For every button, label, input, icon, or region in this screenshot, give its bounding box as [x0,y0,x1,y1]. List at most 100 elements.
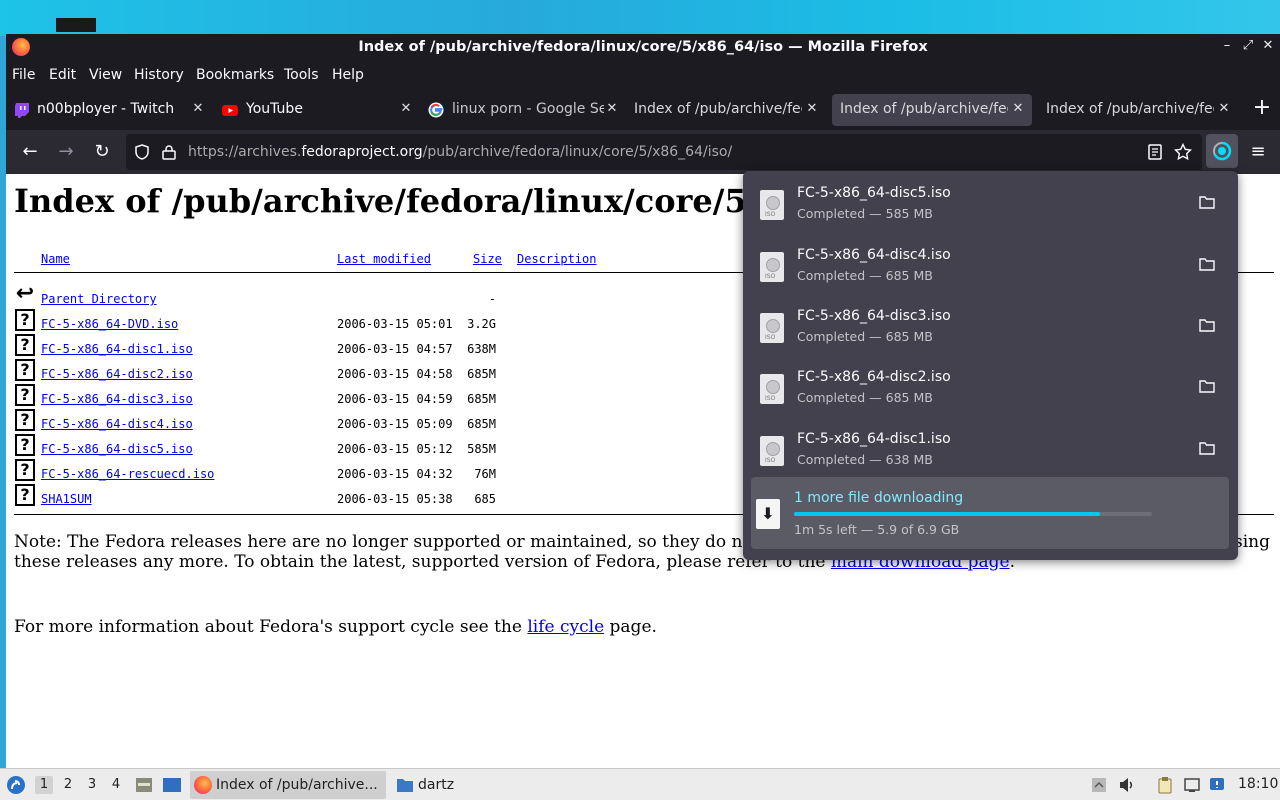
menu-edit[interactable]: Edit [49,67,76,83]
tab-twitch[interactable]: n00bployer - Twitch ✕ [10,94,208,126]
tab-youtube[interactable]: YouTube ✕ [216,94,416,126]
start-menu-icon[interactable] [6,775,26,795]
menu-tools[interactable]: Tools [284,67,319,83]
tab-fedora-index[interactable]: Index of /pub/archive/fed ✕ [1038,94,1238,126]
table-row: ? SHA1SUM 2006-03-15 05:38 685 [6,484,746,516]
menu-help[interactable]: Help [332,67,364,83]
tab-close-icon[interactable]: ✕ [190,100,206,118]
folder-icon[interactable] [1199,257,1215,271]
minimize-button[interactable]: – [1219,38,1235,54]
back-button[interactable]: ← [18,140,42,164]
file-date: 2006-03-15 05:01 [337,317,453,331]
taskbar-folder-window[interactable]: dartz [392,771,462,799]
desktop-panel-fragment [56,18,96,32]
file-date: 2006-03-15 04:32 [337,467,453,481]
tab-close-icon[interactable]: ✕ [1216,100,1232,118]
notification-icon[interactable] [1208,776,1226,794]
folder-icon[interactable] [1199,318,1215,332]
tab-label: Index of /pub/archive/fed [1046,101,1214,117]
file-date: 2006-03-15 04:57 [337,342,453,356]
network-icon[interactable] [1183,776,1201,794]
file-link[interactable]: FC-5-x86_64-disc5.iso [41,442,193,456]
shield-icon[interactable] [134,144,150,160]
parent-directory-link[interactable]: Parent Directory [41,292,157,306]
note-text: Note: The Fedora releases here are no lo… [14,532,793,552]
tab-close-icon[interactable]: ✕ [398,100,414,118]
tab-fedora-index-active[interactable]: Index of /pub/archive/fed ✕ [832,94,1032,126]
file-link[interactable]: FC-5-x86_64-disc2.iso [41,367,193,381]
download-item[interactable]: FC-5-x86_64-disc1.iso Completed — 638 MB [743,417,1238,478]
tab-close-icon[interactable]: ✕ [1010,100,1026,118]
file-link[interactable]: FC-5-x86_64-rescuecd.iso [41,467,214,481]
reader-view-icon[interactable] [1148,144,1162,160]
download-item[interactable]: FC-5-x86_64-disc5.iso Completed — 585 MB [743,171,1238,232]
volume-icon[interactable] [1118,776,1136,794]
workspace-2[interactable]: 2 [59,776,77,794]
workspace-1[interactable]: 1 [35,776,53,794]
url-text[interactable]: https://archives.fedoraproject.org/pub/a… [188,144,732,160]
folder-icon[interactable] [1199,195,1215,209]
iso-file-icon [760,374,784,404]
folder-icon [397,779,413,792]
file-link[interactable]: FC-5-x86_64-DVD.iso [41,317,178,331]
unknown-file-icon: ? [15,434,35,456]
close-window-button[interactable]: ✕ [1260,38,1276,54]
file-date: 2006-03-15 04:58 [337,367,453,381]
workspace-4[interactable]: 4 [107,776,125,794]
download-item[interactable]: FC-5-x86_64-disc4.iso Completed — 685 MB [743,233,1238,294]
file-link[interactable]: FC-5-x86_64-disc3.iso [41,392,193,406]
column-header-description[interactable]: Description [517,252,596,266]
column-header-name[interactable]: Name [41,252,70,266]
file-size: 3.2G [467,317,496,331]
tab-close-icon[interactable]: ✕ [604,100,620,118]
unknown-file-icon: ? [15,409,35,431]
file-size: 638M [467,342,496,356]
downloads-button[interactable] [1206,134,1238,168]
tab-fedora-index[interactable]: Index of /pub/archive/fed ✕ [626,94,826,126]
file-link[interactable]: FC-5-x86_64-disc4.iso [41,417,193,431]
more-downloads-status: 1m 5s left — 5.9 of 6.9 GB [794,522,960,537]
column-header-last-modified[interactable]: Last modified [337,252,431,266]
reload-button[interactable]: ↻ [90,140,114,164]
file-link[interactable]: FC-5-x86_64-disc1.iso [41,342,193,356]
workspace-3[interactable]: 3 [83,776,101,794]
menu-file[interactable]: File [12,67,35,83]
more-downloads-label: 1 more file downloading [794,490,964,506]
back-arrow-icon: ↩ [15,281,35,306]
iso-file-icon [760,252,784,282]
lock-icon[interactable] [162,144,176,160]
more-downloads-item[interactable]: ⬇ 1 more file downloading 1m 5s left — 5… [751,477,1229,549]
new-tab-button[interactable]: + [1251,97,1273,120]
iso-file-icon [760,313,784,343]
tray-arrow-icon[interactable] [1090,776,1108,794]
bookmark-star-icon[interactable] [1174,143,1192,161]
menu-view[interactable]: View [89,67,122,83]
folder-icon[interactable] [1199,441,1215,455]
unknown-file-icon: ? [15,384,35,406]
tab-close-icon[interactable]: ✕ [804,100,820,118]
maximize-button[interactable]: ⤢ [1240,38,1256,54]
file-size: 685M [467,392,496,406]
show-desktop-icon[interactable] [162,775,182,795]
file-link[interactable]: SHA1SUM [41,492,92,506]
taskbar: 1 2 3 4 Index of /pub/archive... dartz 1… [0,768,1280,800]
menu-history[interactable]: History [134,67,184,83]
address-bar[interactable]: https://archives.fedoraproject.org/pub/a… [126,134,1202,170]
file-size: - [488,292,496,306]
app-menu-button[interactable]: ≡ [1246,140,1270,164]
column-header-size[interactable]: Size [473,252,502,266]
taskbar-firefox-window[interactable]: Index of /pub/archive... [190,771,386,799]
clipboard-icon[interactable] [1156,776,1174,794]
tab-google[interactable]: linux porn - Google Se ✕ [422,94,622,126]
downloads-panel: FC-5-x86_64-disc5.iso Completed — 585 MB… [743,171,1238,560]
download-item[interactable]: FC-5-x86_64-disc2.iso Completed — 685 MB [743,355,1238,416]
note-text: these releases any more. To obtain the l… [14,552,831,572]
folder-icon[interactable] [1199,379,1215,393]
forward-button[interactable]: → [54,140,78,164]
life-cycle-link[interactable]: life cycle [527,617,604,637]
menu-bookmarks[interactable]: Bookmarks [196,67,274,83]
file-date: 2006-03-15 05:09 [337,417,453,431]
download-item[interactable]: FC-5-x86_64-disc3.iso Completed — 685 MB [743,294,1238,355]
file-manager-icon[interactable] [134,775,154,795]
download-filename: FC-5-x86_64-disc1.iso [797,431,951,447]
